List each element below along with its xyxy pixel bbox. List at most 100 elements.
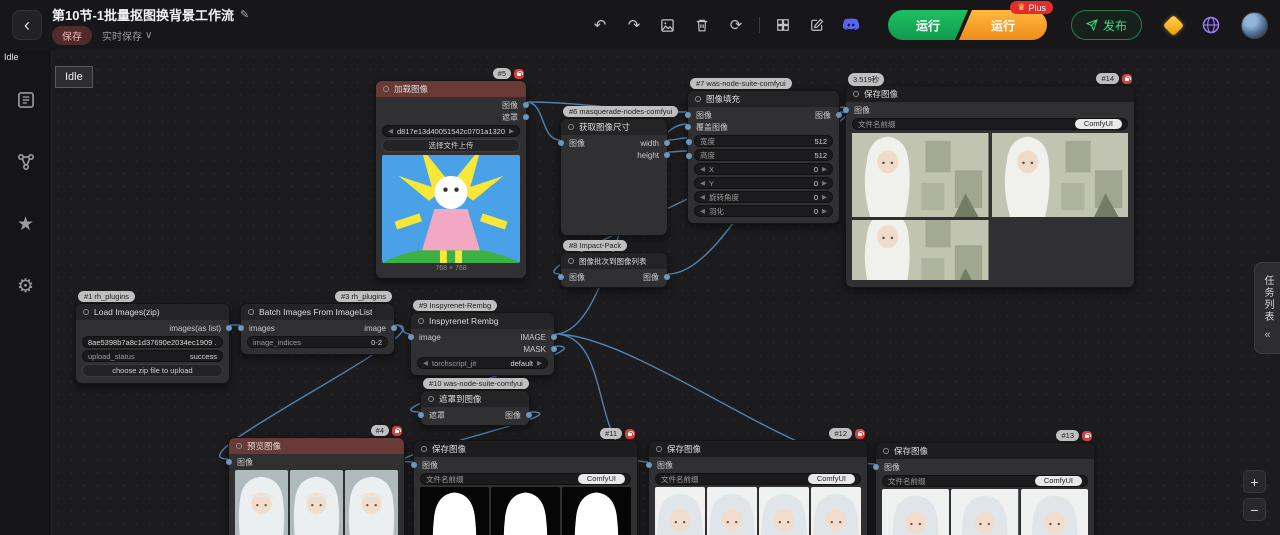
collapse-dot-icon[interactable] [568, 124, 574, 130]
decrement-icon[interactable]: ◀ [700, 165, 705, 173]
widget-y[interactable]: ◀ Y 0 ▶ [694, 177, 833, 189]
input-port[interactable] [646, 462, 652, 468]
output-port[interactable] [551, 334, 557, 340]
widget-x[interactable]: ◀ X 0 ▶ [694, 163, 833, 175]
run-plus-button[interactable]: 运行 [958, 10, 1047, 40]
sidebar-item-panel[interactable] [12, 86, 40, 114]
output-port[interactable] [391, 325, 397, 331]
collapse-dot-icon[interactable] [568, 258, 574, 264]
undo-button[interactable]: ↶ [587, 12, 613, 38]
node-header[interactable]: 保存图像 [876, 443, 1094, 459]
input-port[interactable] [686, 153, 692, 159]
membership-gem-icon[interactable] [1162, 14, 1185, 36]
delete-button[interactable] [689, 12, 715, 38]
node-header[interactable]: 加载图像 [376, 81, 526, 97]
input-port[interactable] [843, 107, 849, 113]
choose-zip-button[interactable]: choose zip file to upload [82, 364, 223, 377]
image-select-combo[interactable]: ◀ d817e13d40051542c0701a13203... ▶ [382, 125, 520, 137]
language-globe-button[interactable] [1201, 15, 1221, 35]
saved-image[interactable] [852, 220, 989, 280]
node-header[interactable]: Load Images(zip) [76, 304, 229, 320]
combo-prev-icon[interactable]: ◀ [423, 359, 428, 367]
node-header[interactable]: 遮罩到图像 [421, 391, 529, 407]
redo-button[interactable]: ↷ [621, 12, 647, 38]
discord-button[interactable] [838, 12, 864, 38]
decrement-icon[interactable]: ◀ [700, 179, 705, 187]
saved-image-grid[interactable] [852, 133, 1128, 280]
filename-prefix-widget[interactable]: 文件名前缀 ComfyUI [655, 473, 861, 485]
node-preview-image[interactable]: #4 预览图像 图像 [226, 425, 405, 535]
input-port[interactable] [685, 112, 691, 118]
node-header[interactable]: Inspyrenet Rembg [411, 313, 554, 329]
saved-image[interactable] [759, 487, 809, 535]
collapse-dot-icon[interactable] [428, 396, 434, 402]
preview-image[interactable] [345, 470, 398, 535]
node-batch-from-imagelist[interactable]: #3 rh_plugins Batch Images From ImageLis… [238, 291, 397, 355]
saved-image[interactable] [707, 487, 757, 535]
output-port[interactable] [226, 325, 232, 331]
export-image-button[interactable] [655, 12, 681, 38]
saved-image[interactable] [882, 489, 950, 535]
filename-prefix-widget[interactable]: 文件名前缀 ComfyUI [852, 118, 1128, 130]
preview-image-row[interactable] [235, 470, 398, 535]
combo-next-icon[interactable]: ▶ [509, 127, 514, 135]
upload-image-button[interactable]: 选择文件上传 [382, 139, 520, 152]
decrement-icon[interactable]: ◀ [700, 193, 705, 201]
node-load-images-zip[interactable]: #1 rh_plugins Load Images(zip) images(as… [75, 291, 232, 384]
collapse-dot-icon[interactable] [248, 309, 254, 315]
collapse-dot-icon[interactable] [883, 448, 889, 454]
edit-title-icon[interactable]: ✎ [240, 8, 249, 21]
node-header[interactable]: 预览图像 [229, 438, 404, 454]
image-indices-widget[interactable]: image_indices 0-2 [247, 336, 388, 348]
collapse-dot-icon[interactable] [421, 446, 427, 452]
sidebar-item-workflows[interactable] [12, 148, 40, 176]
node-save-image-12[interactable]: #12 保存图像 图像 文件名前缀 ComfyUI [646, 428, 868, 535]
input-port[interactable] [411, 462, 417, 468]
node-save-image-14[interactable]: 3.519秒 #14 保存图像 图像 文件名前缀 ComfyUI [843, 73, 1135, 288]
collapse-dot-icon[interactable] [418, 318, 424, 324]
node-save-image-13[interactable]: #13 保存图像 图像 文件名前缀 ComfyUI [873, 430, 1095, 535]
input-port[interactable] [558, 274, 564, 280]
layout-grid-button[interactable] [770, 12, 796, 38]
saved-image[interactable] [852, 133, 989, 217]
collapse-dot-icon[interactable] [853, 91, 859, 97]
node-header[interactable]: Batch Images From ImageList [241, 304, 394, 320]
preview-image[interactable] [235, 470, 288, 535]
saved-image[interactable] [420, 487, 489, 535]
node-get-image-size[interactable]: #6 masquerade-nodes-comfyui 获取图像尺寸 图像 wid… [558, 106, 679, 236]
sidebar-item-settings[interactable]: ⚙ [12, 272, 40, 300]
input-port[interactable] [873, 464, 879, 470]
run-button[interactable]: 运行 [888, 10, 968, 40]
workflow-canvas[interactable]: Idle #5 加载图像 图像 遮罩 ◀ d817e13d40051542c07… [52, 50, 1280, 535]
zoom-in-button[interactable]: + [1243, 470, 1266, 493]
notes-button[interactable] [804, 12, 830, 38]
collapse-dot-icon[interactable] [236, 443, 242, 449]
node-header[interactable]: 保存图像 [414, 441, 637, 457]
node-header[interactable]: 图像批次到图像列表 [561, 253, 667, 269]
output-port[interactable] [664, 140, 670, 146]
increment-icon[interactable]: ▶ [822, 193, 827, 201]
input-port[interactable] [685, 124, 691, 130]
saved-image[interactable] [951, 489, 1019, 535]
saved-image[interactable] [491, 487, 560, 535]
output-port[interactable] [836, 112, 842, 118]
user-avatar[interactable] [1241, 11, 1268, 39]
saved-image[interactable] [655, 487, 705, 535]
widget-feather[interactable]: ◀ 羽化 0 ▶ [694, 205, 833, 217]
saved-image[interactable] [1020, 489, 1088, 535]
node-header[interactable]: 获取图像尺寸 [561, 119, 667, 135]
saved-image[interactable] [562, 487, 631, 535]
image-preview[interactable] [382, 155, 520, 263]
saved-image[interactable] [811, 487, 861, 535]
node-image-pad[interactable]: #7 was-node-suite-comfyui 图像填充 图像 图像 覆盖图像… [685, 78, 842, 224]
back-button[interactable]: ‹ [12, 10, 42, 40]
sidebar-item-favorites[interactable]: ★ [12, 210, 40, 238]
collapse-dot-icon[interactable] [656, 446, 662, 452]
zip-file-combo[interactable]: 8ae5398b7a8c1d37690e2034ec1909 ... [82, 336, 223, 348]
torchscript-combo[interactable]: ◀ torchscript_jit default ▶ [417, 357, 548, 369]
saved-image-row[interactable] [655, 487, 861, 535]
output-port[interactable] [664, 274, 670, 280]
output-port[interactable] [523, 114, 529, 120]
node-inspyrenet-rembg[interactable]: #9 Inspyrenet-Rembg Inspyrenet Rembg ima… [408, 300, 557, 376]
input-port[interactable] [238, 325, 244, 331]
